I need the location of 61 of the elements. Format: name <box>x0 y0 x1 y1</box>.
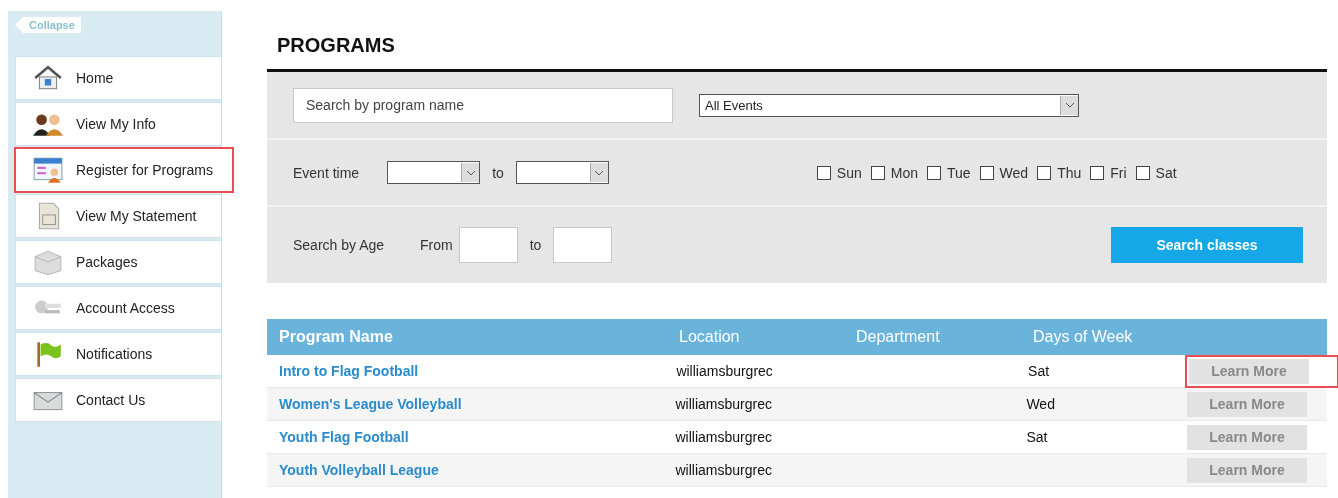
day-label: Wed <box>999 164 1029 181</box>
chevron-icon <box>594 169 605 176</box>
event-time-label: Event time <box>293 164 360 181</box>
to-label: to <box>529 237 542 253</box>
program-link[interactable]: Intro to Flag Football <box>267 363 677 379</box>
collapse-button[interactable]: Collapse <box>15 17 81 33</box>
age-to-field[interactable] <box>553 227 613 263</box>
form-person-icon <box>32 156 64 184</box>
learn-more-button[interactable]: Learn More <box>1189 358 1309 384</box>
day-checkbox[interactable] <box>979 165 994 180</box>
column-header: Days of Week <box>1033 328 1134 346</box>
age-from-field[interactable] <box>458 227 518 263</box>
table-cell-text: williamsburgrec <box>675 429 773 445</box>
learn-more-button[interactable]: Learn More <box>1187 457 1307 483</box>
program-link[interactable]: Youth Flag Football <box>267 429 676 445</box>
day-label: Sun <box>836 164 862 181</box>
event-dropdown[interactable]: All Events <box>699 93 1079 117</box>
day-checkbox[interactable] <box>927 165 941 180</box>
day-label: Fri <box>1110 164 1127 181</box>
sidebar-item[interactable]: View My Statement <box>15 194 221 238</box>
table-cell-text: williamsburgrec <box>675 462 773 478</box>
to-label: to <box>492 164 504 181</box>
day-label: Tue <box>947 164 971 181</box>
program-link[interactable]: Women's League Volleyball <box>267 396 676 412</box>
sidebar-item[interactable]: Account Access <box>15 286 221 330</box>
table-cell: Sat <box>1026 429 1048 445</box>
sidebar-item[interactable]: Contact Us <box>15 378 221 422</box>
time-dropdown[interactable] <box>515 161 609 184</box>
search-field[interactable]: Search by program name <box>293 87 673 123</box>
table-cell-text: williamsburgrec <box>676 363 774 379</box>
time-dropdown[interactable] <box>387 161 481 184</box>
chevron-icon <box>1064 102 1075 108</box>
sidebar-item[interactable]: Register for Programs <box>15 148 233 192</box>
age-label: Search by Age <box>293 237 385 253</box>
page-title: PROGRAMS <box>277 34 396 58</box>
sidebar-item[interactable]: Home <box>15 56 221 100</box>
sidebar-item[interactable]: Packages <box>15 240 221 284</box>
chevron-icon <box>465 169 476 176</box>
search-classes-button[interactable]: Search classes <box>1111 227 1303 263</box>
table-cell: Wed <box>1026 396 1055 412</box>
table-cell-text: williamsburgrec <box>675 396 773 412</box>
day-label: Mon <box>890 164 918 181</box>
house-icon <box>32 64 64 92</box>
day-checkbox[interactable] <box>1135 165 1150 180</box>
day-checkbox[interactable] <box>1037 165 1052 180</box>
day-label: Thu <box>1057 164 1082 181</box>
day-checkbox[interactable] <box>870 165 885 180</box>
column-header: Department <box>856 328 941 346</box>
column-header: Location <box>679 328 741 346</box>
learn-more-button[interactable]: Learn More <box>1187 391 1307 417</box>
day-label: Sat <box>1155 164 1177 181</box>
day-checkbox[interactable] <box>1090 165 1105 180</box>
from-label: From <box>420 237 453 253</box>
learn-more-button[interactable]: Learn More <box>1187 424 1307 450</box>
program-link[interactable]: Youth Volleyball League <box>267 462 676 478</box>
sidebar-item[interactable]: View My Info <box>15 102 221 146</box>
sidebar-item[interactable]: Notifications <box>15 332 221 376</box>
column-header: Program Name <box>278 328 394 346</box>
box-icon <box>32 248 64 276</box>
day-checkbox[interactable] <box>816 165 831 180</box>
table-cell: Sat <box>1028 363 1050 379</box>
